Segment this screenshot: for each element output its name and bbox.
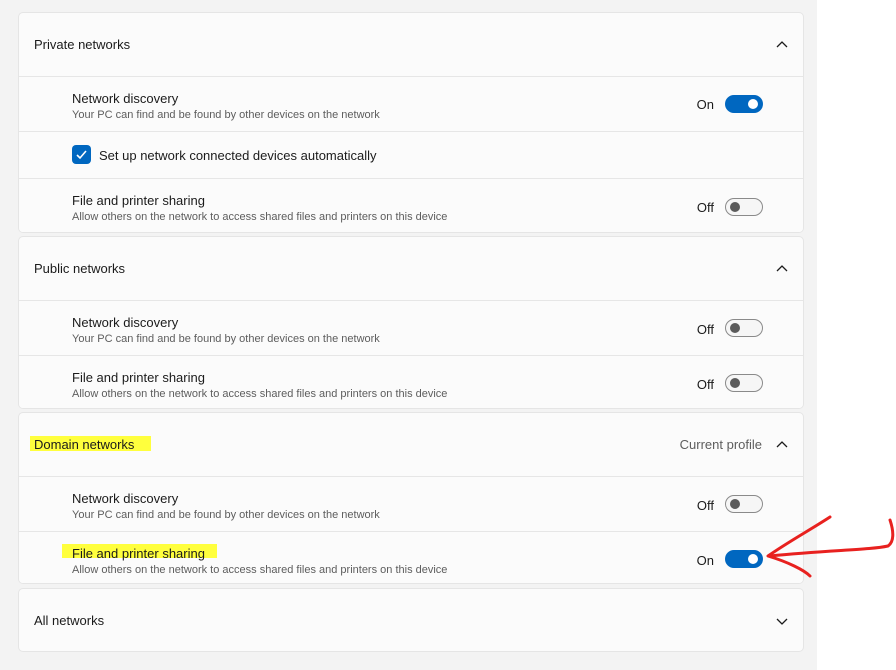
toggle-state-label: Off (696, 200, 714, 215)
public-file-sharing-toggle[interactable] (725, 374, 763, 392)
all-networks-header[interactable]: All networks (19, 589, 803, 651)
setting-description: Your PC can find and be found by other d… (72, 109, 380, 121)
toggle-knob (730, 323, 740, 333)
chevron-up-icon (776, 265, 788, 272)
domain-file-sharing-row: File and printer sharing Allow others on… (19, 531, 803, 583)
setting-description: Allow others on the network to access sh… (72, 388, 448, 400)
setting-title: File and printer sharing (72, 370, 205, 385)
setting-description: Allow others on the network to access sh… (72, 564, 448, 576)
toggle-state-label: Off (696, 377, 714, 392)
chevron-up-icon (776, 41, 788, 48)
setting-description: Your PC can find and be found by other d… (72, 333, 380, 345)
checkmark-icon (76, 150, 87, 160)
auto-setup-label[interactable]: Set up network connected devices automat… (99, 148, 377, 163)
toggle-knob (730, 378, 740, 388)
settings-panel: Private networks Network discovery Your … (0, 0, 817, 670)
public-network-discovery-toggle[interactable] (725, 319, 763, 337)
private-networks-card: Private networks Network discovery Your … (18, 12, 804, 233)
setting-title: File and printer sharing (72, 193, 205, 208)
setting-title: Network discovery (72, 491, 179, 506)
auto-setup-row: Set up network connected devices automat… (19, 131, 803, 178)
domain-network-discovery-row: Network discovery Your PC can find and b… (19, 476, 803, 531)
private-networks-title: Private networks (34, 37, 131, 52)
public-networks-card: Public networks Network discovery Your P… (18, 236, 804, 409)
current-profile-label: Current profile (679, 437, 762, 452)
domain-file-sharing-toggle[interactable] (725, 550, 763, 568)
domain-network-discovery-toggle[interactable] (725, 495, 763, 513)
setting-description: Your PC can find and be found by other d… (72, 509, 380, 521)
domain-networks-card: Domain networks Current profile Network … (18, 412, 804, 584)
setting-title: Network discovery (72, 91, 179, 106)
chevron-down-icon (776, 618, 788, 625)
setting-title: Network discovery (72, 315, 179, 330)
toggle-knob (748, 554, 758, 564)
all-networks-title: All networks (34, 613, 105, 628)
public-file-sharing-row: File and printer sharing Allow others on… (19, 355, 803, 408)
public-networks-header[interactable]: Public networks (19, 237, 803, 300)
toggle-knob (748, 99, 758, 109)
toggle-knob (730, 202, 740, 212)
private-network-discovery-row: Network discovery Your PC can find and b… (19, 76, 803, 131)
red-arrow-icon (766, 515, 895, 578)
private-file-sharing-row: File and printer sharing Allow others on… (19, 178, 803, 232)
domain-networks-title: Domain networks (34, 437, 135, 452)
private-network-discovery-toggle[interactable] (725, 95, 763, 113)
private-networks-header[interactable]: Private networks (19, 13, 803, 76)
auto-setup-checkbox[interactable] (72, 145, 91, 164)
all-networks-card: All networks (18, 588, 804, 652)
setting-title: File and printer sharing (72, 546, 205, 561)
toggle-state-label: On (696, 553, 714, 568)
toggle-knob (730, 499, 740, 509)
domain-networks-header[interactable]: Domain networks Current profile (19, 413, 803, 476)
private-file-sharing-toggle[interactable] (725, 198, 763, 216)
toggle-state-label: On (696, 97, 714, 112)
toggle-state-label: Off (696, 498, 714, 513)
public-networks-title: Public networks (34, 261, 126, 276)
setting-description: Allow others on the network to access sh… (72, 211, 448, 223)
toggle-state-label: Off (696, 322, 714, 337)
chevron-up-icon (776, 441, 788, 448)
public-network-discovery-row: Network discovery Your PC can find and b… (19, 300, 803, 355)
